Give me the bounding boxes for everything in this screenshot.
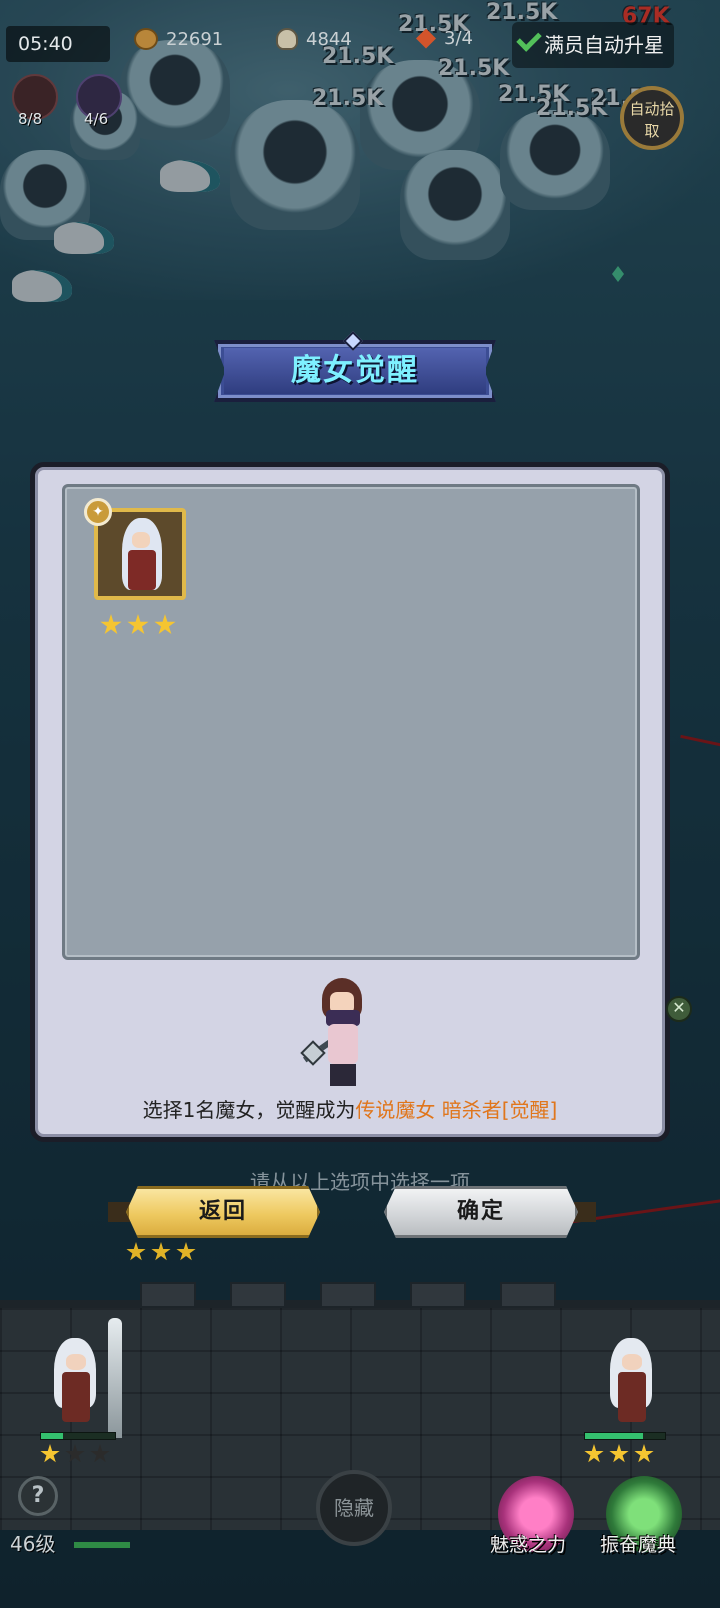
star-icon [127,614,149,635]
xp-bar [74,1542,130,1548]
selection-hint: 请从以上选项中选择一项 [250,1170,470,1194]
kill-counter: 4844 [276,28,352,50]
star-empty-icon [65,1444,85,1463]
assassin-body [328,1024,358,1064]
hero-body [618,1372,646,1422]
wave-icon [416,28,436,49]
awakening-description: 选择1名魔女，觉醒成为传说魔女 暗杀者[觉醒] [30,1094,670,1123]
skill-count: 8/8 [18,110,43,128]
inspire-book-label: 振奋魔典 [600,1534,677,1556]
hero-stars [584,1444,654,1464]
player-level: 46级 [10,1532,56,1556]
star-icon [40,1444,60,1463]
star-icon [154,614,176,635]
hero-stars [40,1444,110,1464]
skill-count: 4/6 [84,110,109,128]
star-empty-icon [90,1444,110,1463]
star-icon [126,1242,146,1261]
gold-value: 22691 [166,28,224,50]
description-prefix: 选择1名魔女，觉醒成为 [142,1098,356,1122]
hero-face [622,1354,642,1370]
auto-upgrade-label: 满员自动升星 [544,33,664,57]
hero-hp-bar [584,1432,666,1440]
star-icon [151,1242,171,1261]
checkmark-icon [516,26,542,52]
witch-portrait-face [132,532,150,548]
star-icon [634,1444,654,1463]
help-button[interactable]: ? [18,1476,58,1516]
coin-icon [134,28,158,50]
side-close-icon[interactable]: ✕ [666,996,692,1022]
assassin-preview-sprite [300,978,380,1090]
wave-value: 3/4 [444,28,473,49]
star-icon [100,614,122,635]
confirm-button[interactable]: 确定 [384,1186,578,1238]
sword-effect [108,1318,122,1438]
auto-pickup-button[interactable]: 自动拾取 [620,86,684,150]
hero-hp-bar [40,1432,116,1440]
charm-power-label: 魅惑之力 [490,1534,567,1556]
description-highlight: 传说魔女 暗杀者[觉醒] [355,1098,558,1122]
gold-counter: 22691 [134,28,223,50]
hero-stars [126,1242,196,1262]
kill-value: 4844 [306,28,352,50]
hero-left[interactable] [40,1338,110,1428]
witch-portrait-body [128,550,156,590]
witch-card-stars [100,614,176,636]
hero-body [62,1372,90,1422]
battle-timer: 05:40 [6,26,110,62]
wave-counter: 3/4 [416,28,473,49]
star-icon [584,1444,604,1463]
star-icon [609,1444,629,1463]
hero-right[interactable] [596,1338,666,1428]
class-badge-icon: ✦ [84,498,112,526]
skull-icon [276,28,298,50]
hero-face [66,1354,86,1370]
dialog-title: 魔女觉醒 [224,348,486,394]
auto-upgrade-toggle[interactable]: 满员自动升星 [512,22,674,68]
assassin-legs [330,1064,356,1086]
back-button[interactable]: 返回 [126,1186,320,1238]
star-icon [176,1242,196,1261]
hide-button[interactable]: 隐藏 [316,1470,392,1546]
